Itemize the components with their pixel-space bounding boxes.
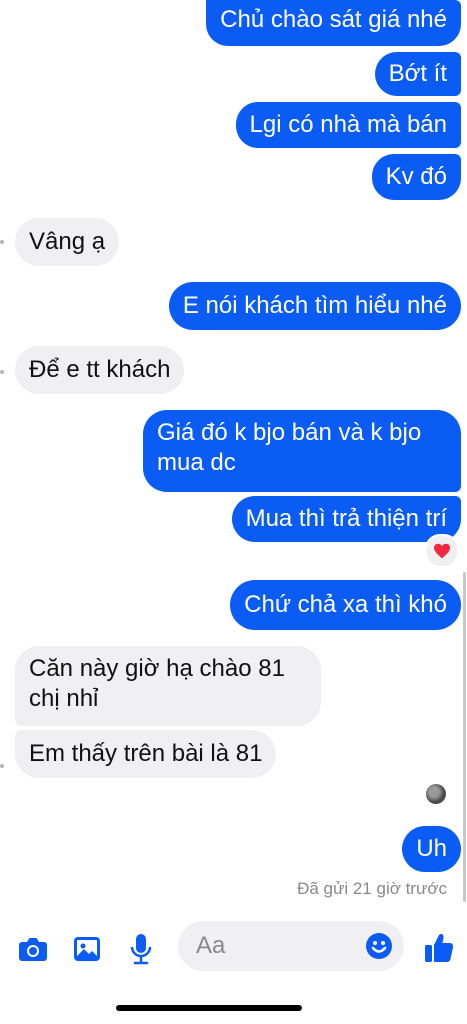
- microphone-icon: [130, 934, 152, 965]
- heart-icon: [434, 543, 450, 559]
- message-bubble-outgoing[interactable]: Chủ chào sát giá nhé: [206, 0, 461, 46]
- message-text: Căn này giờ hạ chào 81 chị nhỉ: [29, 655, 285, 712]
- message-bubble-outgoing[interactable]: Lgi có nhà mà bán: [235, 102, 461, 148]
- message-bubble-outgoing[interactable]: Chứ chả xa thì khó: [230, 580, 461, 630]
- message-text: E nói khách tìm hiểu nhé: [182, 292, 447, 319]
- message-bubble-outgoing[interactable]: Kv đó: [371, 154, 461, 200]
- message-text: Chủ chào sát giá nhé: [220, 6, 447, 33]
- message-bubble-incoming[interactable]: Em thấy trên bài là 81: [15, 730, 277, 778]
- message-text: Uh: [416, 835, 447, 862]
- emoji-button[interactable]: [364, 931, 394, 961]
- scrollbar[interactable]: [463, 572, 466, 902]
- message-bubble-incoming[interactable]: Để e tt khách: [15, 346, 185, 394]
- message-bubble-incoming[interactable]: Vâng ạ: [15, 218, 120, 266]
- message-text: Vâng ạ: [29, 228, 106, 255]
- sender-indicator: [0, 764, 4, 768]
- message-text: Lgi có nhà mà bán: [249, 111, 447, 138]
- seen-avatar: [426, 784, 446, 804]
- message-bubble-outgoing[interactable]: Giá đó k bjo bán và k bjo mua dc: [143, 410, 461, 492]
- emoji-icon: [366, 933, 392, 959]
- message-text: Kv đó: [385, 163, 447, 190]
- camera-button[interactable]: [17, 934, 49, 964]
- like-button[interactable]: [423, 931, 455, 965]
- message-bubble-outgoing[interactable]: Mua thì trả thiện trí: [231, 496, 461, 542]
- message-text: Bớt ít: [388, 60, 447, 87]
- message-text: Em thấy trên bài là 81: [29, 740, 263, 767]
- message-text: Để e tt khách: [29, 356, 171, 383]
- message-text: Mua thì trả thiện trí: [245, 505, 447, 532]
- message-input-placeholder: Aa: [196, 932, 226, 959]
- gallery-button[interactable]: [72, 934, 102, 964]
- voice-button[interactable]: [128, 932, 154, 966]
- image-icon: [74, 937, 100, 961]
- message-bubble-outgoing[interactable]: E nói khách tìm hiểu nhé: [168, 282, 461, 330]
- message-bubble-incoming[interactable]: Căn này giờ hạ chào 81 chị nhỉ: [15, 646, 321, 726]
- delivery-status: Đã gửi 21 giờ trước: [297, 879, 447, 898]
- message-text: Chứ chả xa thì khó: [244, 591, 447, 618]
- message-bubble-outgoing[interactable]: Uh: [402, 826, 461, 872]
- message-input[interactable]: Aa: [178, 921, 404, 971]
- message-text: Giá đó k bjo bán và k bjo mua dc: [157, 419, 422, 476]
- sender-indicator: [0, 370, 4, 374]
- message-bubble-outgoing[interactable]: Bớt ít: [374, 52, 461, 96]
- home-indicator[interactable]: [116, 1005, 302, 1011]
- camera-icon: [19, 938, 47, 961]
- heart-reaction-icon[interactable]: [425, 534, 459, 568]
- sender-indicator: [0, 240, 4, 244]
- thumbs-up-icon: [425, 934, 454, 962]
